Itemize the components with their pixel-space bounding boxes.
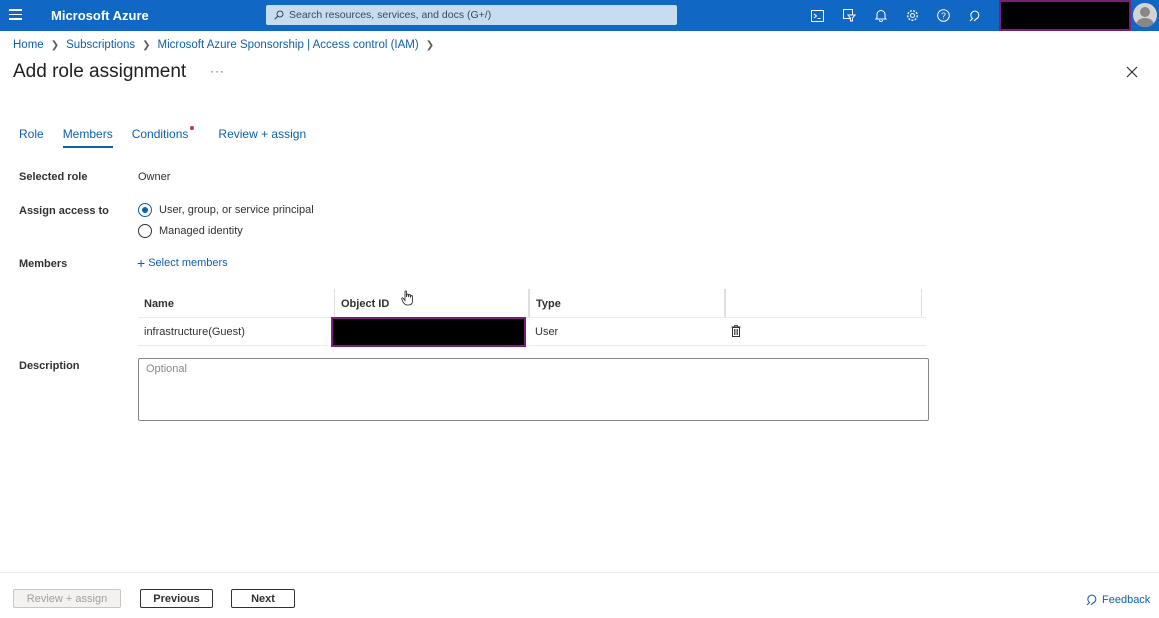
description-label: Description bbox=[19, 360, 80, 372]
feedback-icon[interactable] bbox=[960, 6, 992, 25]
more-options-icon[interactable]: ··· bbox=[210, 64, 225, 78]
brand-title[interactable]: Microsoft Azure bbox=[51, 8, 149, 23]
next-button[interactable]: Next bbox=[231, 589, 295, 608]
chevron-right-icon: ❯ bbox=[50, 39, 60, 51]
feedback-icon bbox=[1086, 594, 1097, 606]
selected-role-label: Selected role bbox=[19, 171, 88, 183]
feedback-link[interactable]: Feedback bbox=[1086, 593, 1150, 606]
radio-user-group[interactable]: User, group, or service principal bbox=[138, 203, 314, 217]
wizard-tabs: Role Members Conditions Review + assign bbox=[19, 126, 325, 148]
radio-managed-identity-label: Managed identity bbox=[159, 225, 243, 237]
column-header-object-id[interactable]: Object ID bbox=[334, 289, 529, 317]
members-table: Name Object ID Type infrastructure(Guest… bbox=[138, 289, 926, 347]
tab-review-assign[interactable]: Review + assign bbox=[218, 127, 306, 147]
global-search-input[interactable]: Search resources, services, and docs (G+… bbox=[266, 5, 677, 25]
select-members-label: Select members bbox=[148, 257, 228, 269]
breadcrumb-home[interactable]: Home bbox=[13, 39, 44, 51]
column-header-name[interactable]: Name bbox=[138, 289, 334, 317]
account-redacted[interactable] bbox=[999, 0, 1131, 31]
footer-divider bbox=[0, 572, 1159, 573]
previous-button[interactable]: Previous bbox=[140, 589, 213, 608]
breadcrumb-iam[interactable]: Microsoft Azure Sponsorship | Access con… bbox=[158, 39, 419, 51]
bell-icon[interactable] bbox=[865, 6, 897, 25]
selected-role-value: Owner bbox=[138, 171, 171, 183]
assign-access-label: Assign access to bbox=[19, 205, 109, 217]
member-object-id bbox=[331, 317, 529, 347]
trash-icon[interactable] bbox=[731, 325, 741, 337]
hand-cursor-icon bbox=[401, 290, 413, 306]
search-icon bbox=[274, 10, 284, 20]
table-header: Name Object ID Type bbox=[138, 289, 926, 318]
tab-conditions[interactable]: Conditions bbox=[131, 126, 195, 147]
breadcrumb-subscriptions[interactable]: Subscriptions bbox=[66, 39, 135, 51]
tab-role[interactable]: Role bbox=[19, 127, 44, 147]
column-header-actions bbox=[725, 289, 922, 317]
tab-members[interactable]: Members bbox=[62, 127, 113, 148]
page-title: Add role assignment bbox=[13, 61, 187, 82]
feedback-label: Feedback bbox=[1102, 593, 1151, 606]
hamburger-menu-icon[interactable] bbox=[9, 9, 22, 21]
review-assign-button[interactable]: Review + assign bbox=[13, 589, 121, 608]
gear-icon[interactable] bbox=[897, 6, 929, 25]
radio-user-group-label: User, group, or service principal bbox=[159, 204, 314, 216]
chevron-right-icon: ❯ bbox=[142, 39, 151, 51]
top-icons: ? bbox=[802, 6, 991, 25]
select-members-link[interactable]: + Select members bbox=[137, 255, 228, 271]
object-id-redacted bbox=[331, 317, 526, 347]
breadcrumb: Home ❯ Subscriptions ❯ Microsoft Azure S… bbox=[13, 39, 441, 51]
tab-conditions-label: Conditions bbox=[131, 127, 189, 141]
member-name: infrastructure(Guest) bbox=[144, 326, 245, 338]
members-label: Members bbox=[19, 258, 68, 270]
svg-text:?: ? bbox=[941, 11, 946, 21]
close-icon[interactable] bbox=[1125, 65, 1139, 79]
description-input[interactable] bbox=[138, 358, 929, 421]
plus-icon: + bbox=[137, 255, 146, 271]
avatar[interactable] bbox=[1133, 3, 1157, 27]
member-actions bbox=[725, 318, 922, 345]
radio-unchecked-icon[interactable] bbox=[138, 224, 152, 238]
top-bar: Microsoft Azure Search resources, servic… bbox=[0, 0, 1159, 31]
radio-managed-identity[interactable]: Managed identity bbox=[138, 224, 243, 238]
column-header-type[interactable]: Type bbox=[529, 289, 725, 317]
search-placeholder: Search resources, services, and docs (G+… bbox=[289, 9, 492, 21]
member-type: User bbox=[535, 326, 559, 338]
table-row: infrastructure(Guest) User bbox=[138, 317, 926, 347]
directory-filter-icon[interactable] bbox=[834, 6, 866, 25]
help-icon[interactable]: ? bbox=[928, 6, 960, 25]
chevron-right-icon: ❯ bbox=[425, 39, 435, 51]
required-dot-icon bbox=[190, 126, 195, 130]
radio-checked-icon[interactable] bbox=[138, 203, 152, 217]
cloud-shell-icon[interactable] bbox=[802, 6, 834, 25]
